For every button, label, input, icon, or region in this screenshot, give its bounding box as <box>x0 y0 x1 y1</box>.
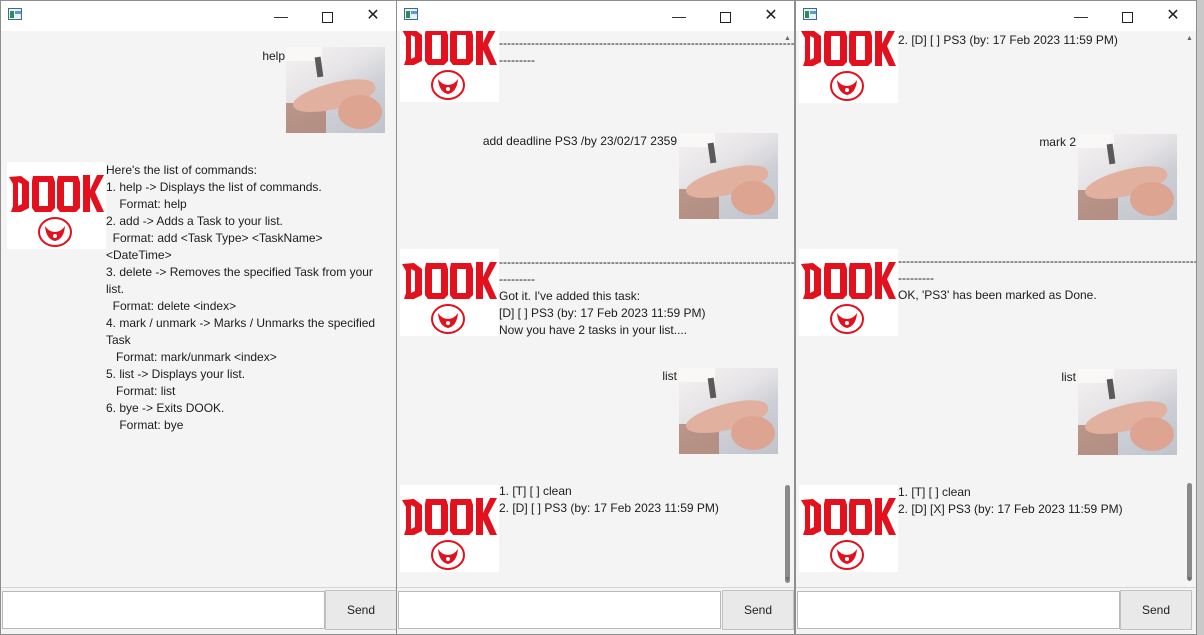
user-message-text: list <box>1061 370 1076 384</box>
minimize-icon[interactable]: — <box>258 1 304 31</box>
user-message-text: list <box>662 369 677 383</box>
dook-logo-avatar <box>400 249 499 336</box>
message-input[interactable] <box>398 591 721 629</box>
minimize-icon[interactable]: — <box>1058 1 1104 31</box>
scroll-down-icon[interactable]: ▼ <box>783 576 792 584</box>
scrollbar[interactable]: ▲ ▼ <box>1185 35 1194 584</box>
message-input[interactable] <box>797 591 1120 629</box>
send-button[interactable]: Send <box>325 590 396 630</box>
app-window-icon <box>803 8 817 20</box>
user-photo-avatar <box>1078 369 1177 455</box>
scroll-up-icon[interactable]: ▲ <box>1185 35 1194 43</box>
user-photo-avatar <box>679 133 778 219</box>
chat-window-3: — ✕ 2. [D] [ ] PS3 (by: 17 Feb 2023 11:5… <box>795 0 1197 635</box>
bot-message-text: ----------------------------------------… <box>898 254 1196 302</box>
bot-message-text: ----------------------------------------… <box>499 255 794 337</box>
input-bar: Send <box>1 587 396 634</box>
maximize-icon[interactable] <box>702 1 748 31</box>
bot-message-text: Here's the list of commands: 1. help -> … <box>106 163 376 432</box>
title-bar[interactable]: — ✕ <box>1 1 396 31</box>
send-button[interactable]: Send <box>722 590 794 630</box>
bot-message-text: 1. [T] [ ] clean 2. [D] [ ] PS3 (by: 17 … <box>499 484 719 515</box>
title-bar[interactable]: — ✕ <box>796 1 1196 31</box>
dook-logo-avatar <box>400 31 499 102</box>
dook-logo-avatar <box>799 31 898 103</box>
scroll-down-icon[interactable]: ▼ <box>1185 576 1194 584</box>
input-bar: Send <box>397 587 794 634</box>
maximize-icon[interactable] <box>304 1 350 31</box>
dook-logo-avatar <box>400 485 499 572</box>
close-icon[interactable]: ✕ <box>350 1 396 31</box>
user-photo-avatar <box>1078 134 1177 220</box>
title-bar[interactable]: — ✕ <box>397 1 794 31</box>
scroll-thumb[interactable] <box>1187 483 1192 581</box>
user-photo-avatar <box>286 47 385 133</box>
close-icon[interactable]: ✕ <box>1150 1 1196 31</box>
dialog-container[interactable]: ----------------------------------------… <box>397 31 794 588</box>
app-window-icon <box>8 8 22 20</box>
chat-window-2: — ✕ ------------------------------------… <box>396 0 795 635</box>
maximize-icon[interactable] <box>1104 1 1150 31</box>
app-window-icon <box>404 8 418 20</box>
minimize-icon[interactable]: — <box>656 1 702 31</box>
scroll-thumb[interactable] <box>785 485 790 583</box>
user-message-text: help <box>262 49 285 63</box>
dook-logo-avatar <box>7 162 106 249</box>
close-icon[interactable]: ✕ <box>748 1 794 31</box>
dialog-container[interactable]: help Here's the list of commands: 1. hel… <box>1 31 396 588</box>
user-message-text: add deadline PS3 /by 23/02/17 2359 <box>482 134 677 148</box>
dook-logo-avatar <box>799 485 898 572</box>
scroll-up-icon[interactable]: ▲ <box>783 35 792 43</box>
scrollbar[interactable]: ▲ ▼ <box>783 35 792 584</box>
send-button[interactable]: Send <box>1120 590 1192 630</box>
bot-message-text: 1. [T] [ ] clean 2. [D] [X] PS3 (by: 17 … <box>898 485 1123 516</box>
dook-logo-avatar <box>799 249 898 336</box>
bot-message-text: ----------------------------------------… <box>499 36 794 67</box>
user-message-text: mark 2 <box>1039 135 1076 149</box>
dialog-container[interactable]: 2. [D] [ ] PS3 (by: 17 Feb 2023 11:59 PM… <box>796 31 1196 588</box>
message-input[interactable] <box>2 591 325 629</box>
input-bar: Send <box>796 587 1196 634</box>
user-photo-avatar <box>679 368 778 454</box>
chat-window-1: — ✕ help Here's the list of commands: 1.… <box>0 0 397 635</box>
bot-message-text: 2. [D] [ ] PS3 (by: 17 Feb 2023 11:59 PM… <box>898 33 1118 47</box>
